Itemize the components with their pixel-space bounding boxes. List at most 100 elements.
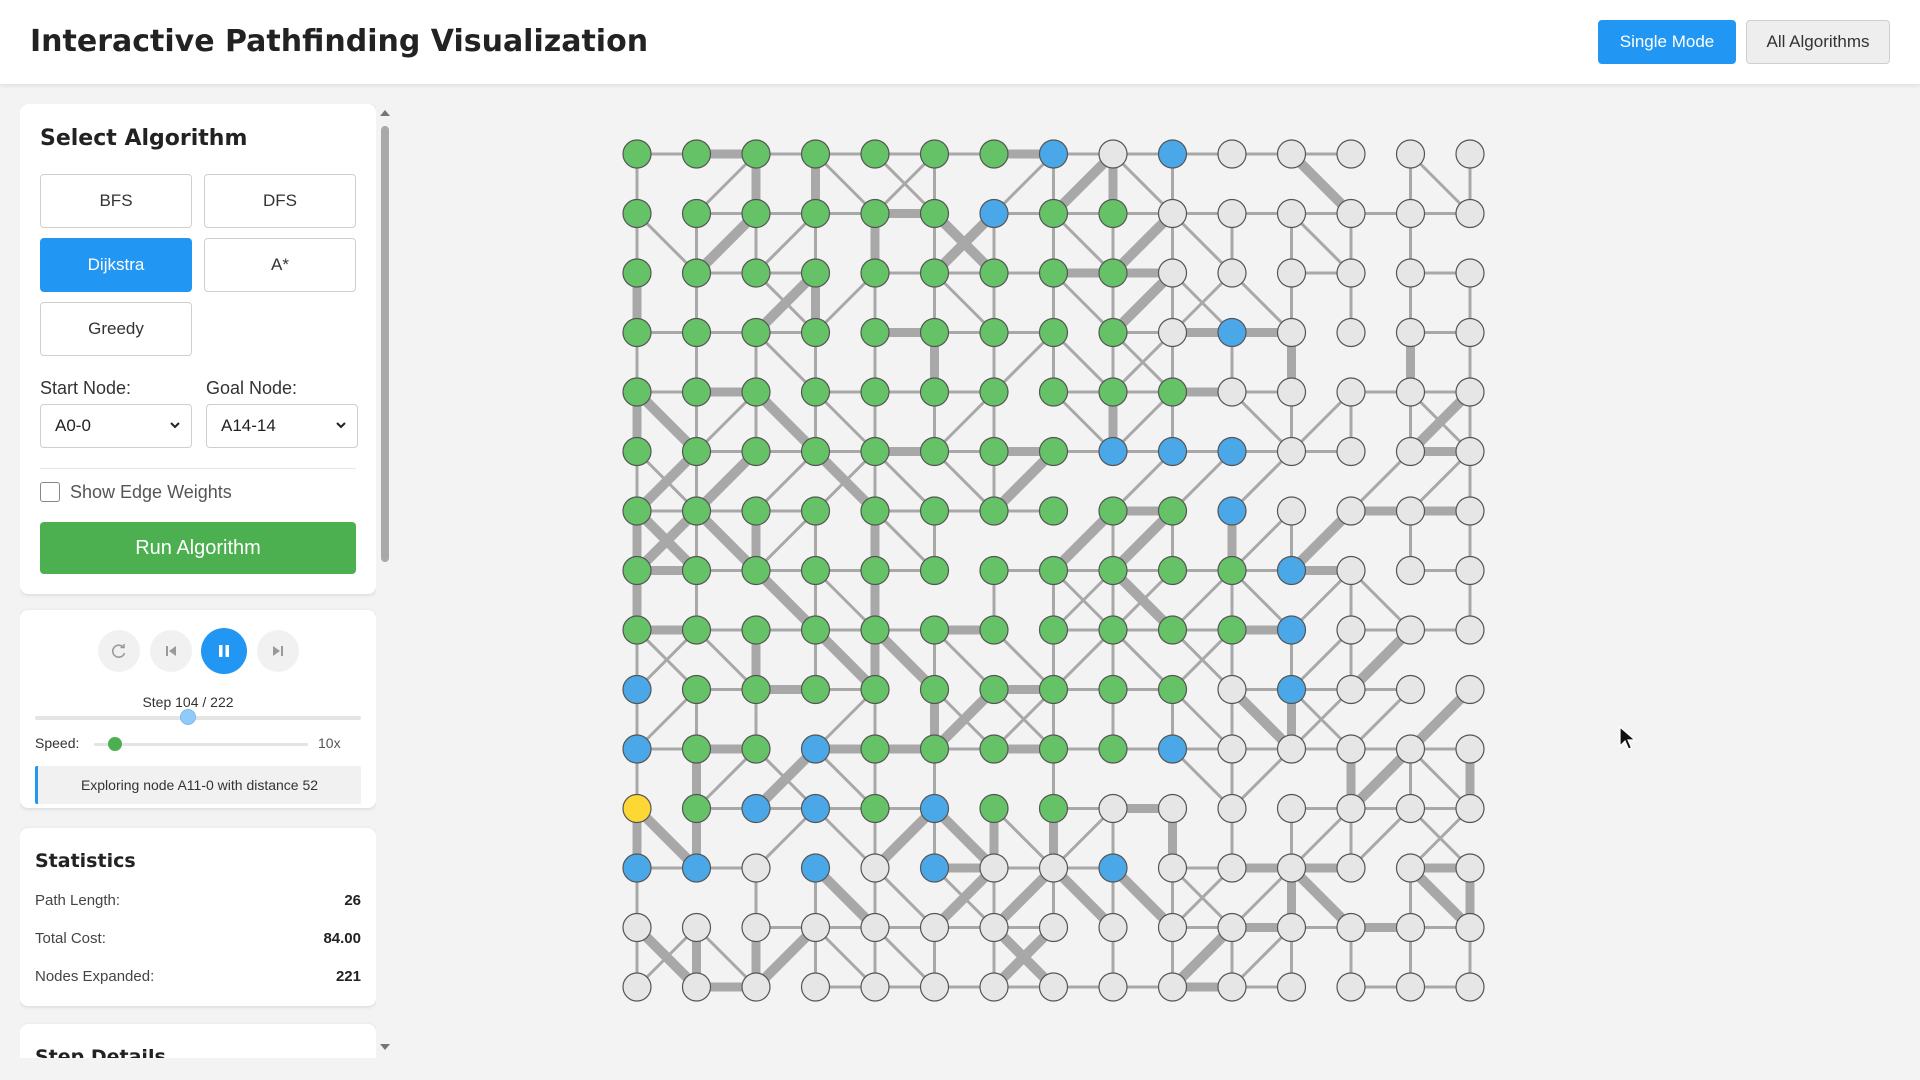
graph-node-1-14[interactable] bbox=[1455, 198, 1485, 229]
graph-node-6-4[interactable] bbox=[860, 496, 890, 526]
graph-node-13-6[interactable] bbox=[979, 912, 1009, 943]
graph-node-7-11[interactable] bbox=[1276, 555, 1307, 586]
graph-node-8-9[interactable] bbox=[1157, 615, 1188, 645]
graph-node-7-1[interactable] bbox=[681, 555, 712, 586]
algorithm-button-greedy[interactable]: Greedy bbox=[40, 302, 192, 356]
graph-node-7-10[interactable] bbox=[1217, 555, 1247, 586]
graph-node-5-2[interactable] bbox=[741, 436, 771, 467]
graph-node-5-10[interactable] bbox=[1217, 436, 1247, 467]
graph-node-10-2[interactable] bbox=[741, 734, 771, 764]
graph-node-13-7[interactable] bbox=[1038, 912, 1069, 943]
graph-node-4-12[interactable] bbox=[1336, 377, 1366, 407]
graph-node-9-4[interactable] bbox=[860, 674, 890, 705]
graph-node-8-10[interactable] bbox=[1217, 615, 1247, 645]
graph-node-8-12[interactable] bbox=[1336, 615, 1366, 645]
graph-node-10-8[interactable] bbox=[1098, 734, 1128, 764]
graph-node-13-4[interactable] bbox=[860, 912, 890, 943]
graph-node-4-10[interactable] bbox=[1217, 377, 1247, 407]
graph-node-11-2[interactable] bbox=[741, 793, 771, 824]
graph-node-1-0[interactable] bbox=[622, 198, 652, 229]
graph-node-2-11[interactable] bbox=[1276, 258, 1307, 288]
graph-node-9-8[interactable] bbox=[1098, 674, 1128, 705]
graph-node-10-11[interactable] bbox=[1276, 734, 1307, 764]
graph-node-10-9[interactable] bbox=[1157, 734, 1188, 764]
graph-node-6-6[interactable] bbox=[979, 496, 1009, 526]
graph-node-0-13[interactable] bbox=[1395, 139, 1426, 169]
graph-node-14-14[interactable] bbox=[1455, 972, 1485, 1002]
graph-node-12-0[interactable] bbox=[622, 853, 652, 883]
graph-node-0-3[interactable] bbox=[800, 139, 831, 169]
graph-node-5-0[interactable] bbox=[622, 436, 652, 467]
graph-node-0-6[interactable] bbox=[979, 139, 1009, 169]
single-mode-button[interactable]: Single Mode bbox=[1598, 20, 1736, 64]
all-algorithms-button[interactable]: All Algorithms bbox=[1746, 20, 1890, 64]
graph-node-14-4[interactable] bbox=[860, 972, 890, 1002]
graph-node-2-4[interactable] bbox=[860, 258, 890, 288]
graph-node-0-4[interactable] bbox=[860, 139, 890, 169]
graph-node-11-6[interactable] bbox=[979, 793, 1009, 824]
graph-node-13-8[interactable] bbox=[1098, 912, 1128, 943]
graph-node-5-5[interactable] bbox=[919, 436, 950, 467]
graph-node-8-2[interactable] bbox=[741, 615, 771, 645]
graph-node-3-12[interactable] bbox=[1336, 317, 1366, 348]
graph-node-8-7[interactable] bbox=[1038, 615, 1069, 645]
graph-node-9-9[interactable] bbox=[1157, 674, 1188, 705]
graph-node-13-3[interactable] bbox=[800, 912, 831, 943]
graph-node-14-3[interactable] bbox=[800, 972, 831, 1002]
graph-node-12-13[interactable] bbox=[1395, 853, 1426, 883]
graph-node-1-5[interactable] bbox=[919, 198, 950, 229]
graph-node-12-7[interactable] bbox=[1038, 853, 1069, 883]
graph-node-13-9[interactable] bbox=[1157, 912, 1188, 943]
graph-node-1-1[interactable] bbox=[681, 198, 712, 229]
graph-node-5-9[interactable] bbox=[1157, 436, 1188, 467]
graph-node-7-3[interactable] bbox=[800, 555, 831, 586]
graph-node-5-4[interactable] bbox=[860, 436, 890, 467]
graph-node-1-12[interactable] bbox=[1336, 198, 1366, 229]
graph-node-12-12[interactable] bbox=[1336, 853, 1366, 883]
graph-node-2-7[interactable] bbox=[1038, 258, 1069, 288]
graph-node-8-3[interactable] bbox=[800, 615, 831, 645]
graph-node-11-1[interactable] bbox=[681, 793, 712, 824]
graph-node-13-12[interactable] bbox=[1336, 912, 1366, 943]
graph-node-2-6[interactable] bbox=[979, 258, 1009, 288]
graph-node-2-10[interactable] bbox=[1217, 258, 1247, 288]
graph-node-2-9[interactable] bbox=[1157, 258, 1188, 288]
graph-node-7-2[interactable] bbox=[741, 555, 771, 586]
graph-node-14-0[interactable] bbox=[622, 972, 652, 1002]
graph-node-5-3[interactable] bbox=[800, 436, 831, 467]
graph-node-4-8[interactable] bbox=[1098, 377, 1128, 407]
graph-node-0-10[interactable] bbox=[1217, 139, 1247, 169]
show-edge-weights-checkbox[interactable] bbox=[40, 482, 60, 502]
graph-node-4-6[interactable] bbox=[979, 377, 1009, 407]
graph-node-12-5[interactable] bbox=[919, 853, 950, 883]
graph-node-6-2[interactable] bbox=[741, 496, 771, 526]
start-node-select[interactable]: A0-0 bbox=[40, 404, 192, 448]
step-back-button[interactable] bbox=[150, 630, 192, 672]
graph-node-4-4[interactable] bbox=[860, 377, 890, 407]
graph-node-8-6[interactable] bbox=[979, 615, 1009, 645]
graph-node-5-14[interactable] bbox=[1455, 436, 1485, 467]
graph-node-12-2[interactable] bbox=[741, 853, 771, 883]
graph-node-6-0[interactable] bbox=[622, 496, 652, 526]
algorithm-button-bfs[interactable]: BFS bbox=[40, 174, 192, 228]
graph-node-9-5[interactable] bbox=[919, 674, 950, 705]
graph-node-8-4[interactable] bbox=[860, 615, 890, 645]
graph-node-0-12[interactable] bbox=[1336, 139, 1366, 169]
graph-node-1-4[interactable] bbox=[860, 198, 890, 229]
graph-node-1-2[interactable] bbox=[741, 198, 771, 229]
graph-node-13-2[interactable] bbox=[741, 912, 771, 943]
graph-node-2-12[interactable] bbox=[1336, 258, 1366, 288]
graph-node-6-10[interactable] bbox=[1217, 496, 1247, 526]
graph-node-4-11[interactable] bbox=[1276, 377, 1307, 407]
graph-node-5-8[interactable] bbox=[1098, 436, 1128, 467]
graph-node-5-6[interactable] bbox=[979, 436, 1009, 467]
graph-node-12-11[interactable] bbox=[1276, 853, 1307, 883]
graph-node-14-2[interactable] bbox=[741, 972, 771, 1002]
graph-node-13-14[interactable] bbox=[1455, 912, 1485, 943]
graph-node-0-5[interactable] bbox=[919, 139, 950, 169]
graph-node-14-10[interactable] bbox=[1217, 972, 1247, 1002]
graph-node-11-5[interactable] bbox=[919, 793, 950, 824]
graph-node-6-5[interactable] bbox=[919, 496, 950, 526]
graph-node-1-13[interactable] bbox=[1395, 198, 1426, 229]
graph-node-6-13[interactable] bbox=[1395, 496, 1426, 526]
